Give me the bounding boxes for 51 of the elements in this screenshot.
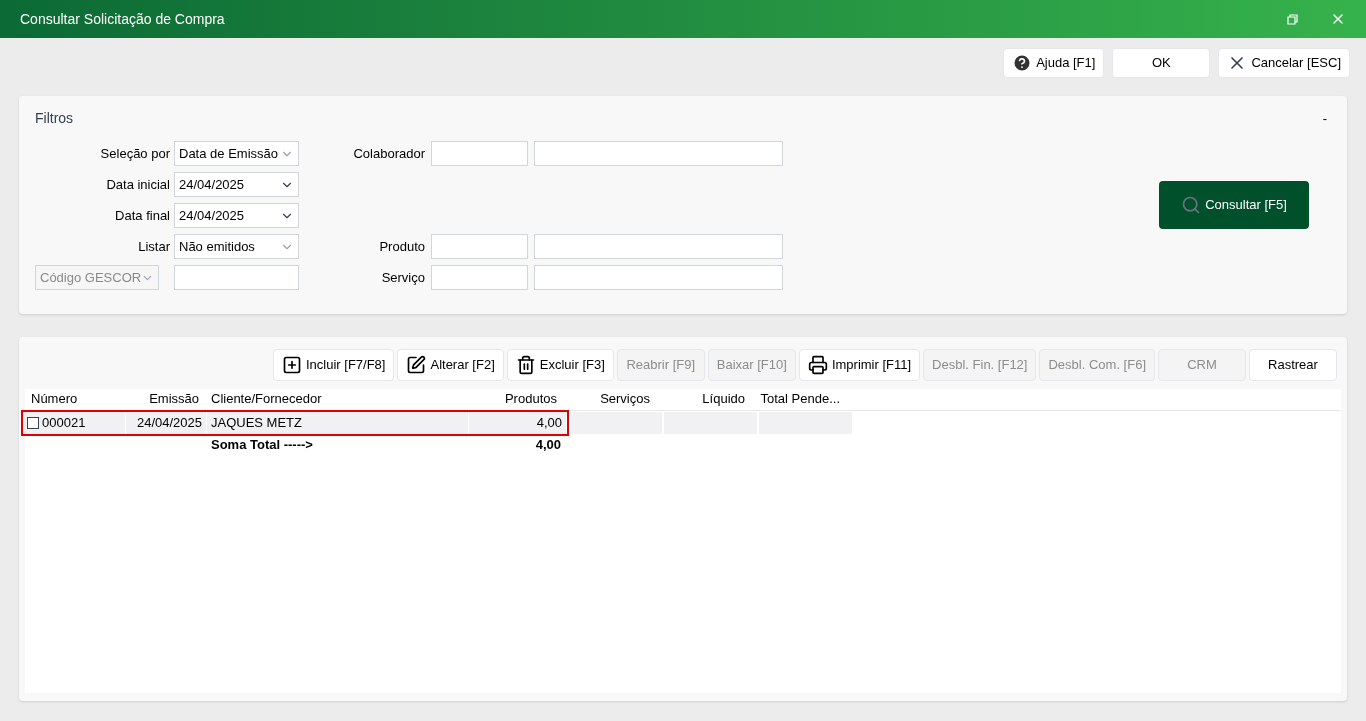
toolbar-button[interactable]: Rastrear: [1249, 349, 1337, 381]
row-checkbox[interactable]: [27, 417, 39, 429]
input-field[interactable]: [534, 234, 783, 259]
column-header: Emissão: [148, 389, 200, 408]
total-label: Soma Total ----->: [211, 436, 314, 455]
column-header: Líquido: [701, 389, 746, 408]
toolbar-button[interactable]: Incluir [F7/F8]: [273, 349, 395, 381]
column-header: Total Pende...: [759, 389, 841, 408]
help-icon: [1012, 53, 1033, 73]
field-label: Produto: [378, 237, 425, 256]
trash-icon: [515, 355, 536, 375]
total-value: 4,00: [534, 436, 562, 455]
toolbar-button[interactable]: Alterar [F2]: [397, 349, 504, 381]
search-button[interactable]: Consultar [F5]: [1159, 181, 1309, 229]
field-label: Data final: [114, 206, 170, 225]
dropdown-field[interactable]: Não emitidos: [174, 234, 299, 259]
column-header: Produtos: [503, 389, 558, 408]
window-title: Consultar Solicitação de Compra: [20, 9, 226, 29]
toolbar-button[interactable]: Cancelar [ESC]: [1218, 48, 1350, 78]
field-label: Serviço: [380, 268, 425, 287]
collapse-button[interactable]: -: [1318, 108, 1331, 129]
search-icon: [1181, 195, 1202, 215]
printer-icon: [807, 355, 828, 375]
column-header: Número: [30, 389, 79, 408]
input-field[interactable]: [174, 265, 299, 290]
field-label: Seleção por: [99, 144, 170, 163]
panel-title: Filtros: [35, 109, 75, 128]
toolbar-button[interactable]: OK: [1112, 48, 1211, 78]
restore-icon[interactable]: [1287, 13, 1298, 25]
table-cell: JAQUES METZ: [207, 412, 468, 434]
pencil-icon: [406, 355, 427, 375]
field-label: Data inicial: [105, 175, 170, 194]
date-field[interactable]: 24/04/2025: [174, 172, 299, 197]
plus-icon: [282, 355, 302, 375]
table-cell: 24/04/2025: [126, 412, 206, 434]
field-label: Listar: [137, 237, 170, 256]
toolbar-button[interactable]: Ajuda [F1]: [1003, 48, 1105, 78]
field-label: Colaborador: [352, 144, 425, 163]
table-cell: 4,00: [469, 412, 566, 434]
toolbar-button[interactable]: Imprimir [F11]: [798, 349, 921, 381]
date-field[interactable]: 24/04/2025: [174, 203, 299, 228]
column-header: Serviços: [599, 389, 651, 408]
input-field[interactable]: [431, 234, 528, 259]
input-field[interactable]: [431, 265, 528, 290]
toolbar-button[interactable]: Excluir [F3]: [506, 349, 614, 381]
table-cell: 000021: [23, 412, 125, 434]
dropdown-field[interactable]: Data de Emissão: [174, 141, 299, 166]
input-field[interactable]: [431, 141, 528, 166]
input-field[interactable]: [534, 141, 783, 166]
input-field[interactable]: [534, 265, 783, 290]
column-header: Cliente/Fornecedor: [210, 389, 323, 408]
